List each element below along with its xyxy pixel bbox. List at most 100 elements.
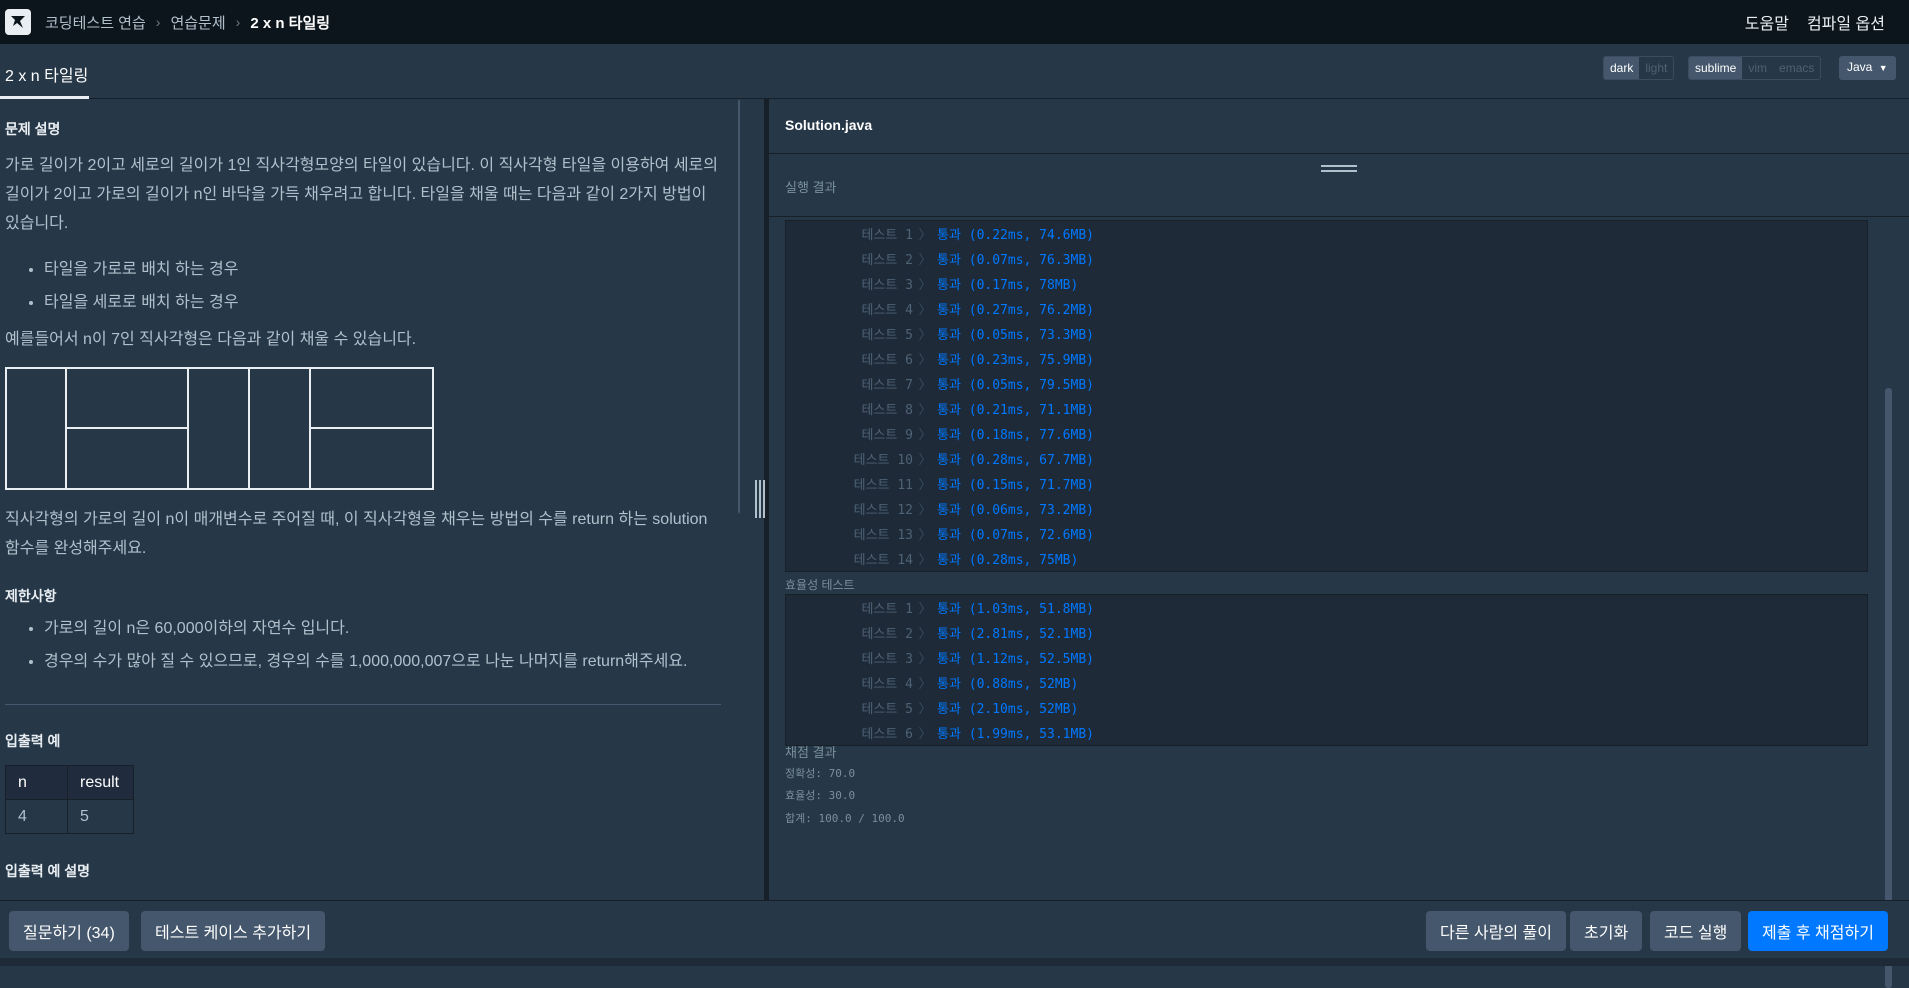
test-name: 테스트 2 [861, 627, 913, 642]
problem-tabbar: 2 x n 타일링 dark light sublime vim emacs J… [0, 44, 1909, 99]
breadcrumb-coding-test[interactable]: 코딩테스트 연습 [45, 12, 146, 33]
test-result-value: 통과 (2.81ms, 52.1MB) [937, 627, 1094, 642]
editor-result-panel: Solution.java 실행 결과 테스트 1 〉 통과 (0.22ms, 74… [769, 99, 1909, 988]
test-name: 테스트 9 [861, 428, 913, 443]
total-score: 합계: 100.0 / 100.0 [785, 812, 905, 825]
tile-method-list: 타일을 가로로 배치 하는 경우 타일을 세로로 배치 하는 경우 [44, 255, 238, 321]
keymap-vim-option[interactable]: vim [1742, 57, 1774, 79]
chevron-right-icon: 〉 [918, 353, 932, 368]
test-result-value: 통과 (0.06ms, 73.2MB) [937, 503, 1094, 518]
tiling-example-diagram [5, 367, 434, 490]
chevron-right-icon: 〉 [918, 403, 932, 418]
test-result-row: 테스트 3 〉 통과 (0.17ms, 78MB) [786, 271, 1867, 296]
programmers-logo-icon[interactable] [5, 9, 31, 35]
efficiency-score: 효율성: 30.0 [785, 789, 856, 802]
chevron-right-icon: 〉 [918, 602, 932, 617]
chevron-right-icon: 〉 [918, 428, 932, 443]
chevron-right-icon: 〉 [918, 652, 932, 667]
test-result-row: 테스트 7 〉 통과 (0.05ms, 79.5MB) [786, 371, 1867, 396]
chevron-right-icon: 〉 [918, 253, 932, 268]
breadcrumb-practice[interactable]: 연습문제 [170, 12, 225, 33]
others-solution-button[interactable]: 다른 사람의 풀이 [1426, 911, 1566, 951]
test-result-value: 통과 (0.27ms, 76.2MB) [937, 303, 1094, 318]
constraints-list: 가로의 길이 n은 60,000이하의 자연수 입니다. 경우의 수가 많아 질… [44, 614, 688, 680]
submit-button[interactable]: 제출 후 채점하기 [1748, 911, 1888, 951]
caret-down-icon: ▼ [1878, 63, 1888, 73]
test-name: 테스트 5 [861, 702, 913, 717]
chevron-right-icon: › [235, 14, 241, 30]
ask-question-button[interactable]: 질문하기 (34) [9, 911, 129, 951]
keymap-sublime-option[interactable]: sublime [1689, 57, 1743, 79]
chevron-right-icon: 〉 [918, 328, 932, 343]
test-name: 테스트 1 [861, 602, 913, 617]
test-result-row: 테스트 6 〉 통과 (1.99ms, 53.1MB) [786, 720, 1867, 745]
reset-button[interactable]: 초기화 [1570, 911, 1643, 951]
heading-constraints: 제한사항 [5, 588, 57, 604]
heading-description: 문제 설명 [5, 121, 61, 137]
test-result-value: 통과 (0.88ms, 52MB) [937, 677, 1079, 692]
test-result-value: 통과 (0.07ms, 72.6MB) [937, 528, 1094, 543]
test-name: 테스트 11 [853, 478, 913, 493]
chevron-right-icon: 〉 [918, 677, 932, 692]
keymap-toggle: sublime vim emacs [1688, 56, 1822, 80]
test-result-row: 테스트 10 〉 통과 (0.28ms, 67.7MB) [786, 446, 1867, 471]
test-result-value: 통과 (0.18ms, 77.6MB) [937, 428, 1094, 443]
test-result-value: 통과 (0.23ms, 75.9MB) [937, 353, 1094, 368]
theme-dark-option[interactable]: dark [1604, 57, 1640, 79]
table-header-row: n result [5, 765, 134, 800]
chevron-right-icon: 〉 [918, 727, 932, 742]
splitter-grip-icon[interactable] [754, 480, 766, 518]
tab-problem-title[interactable]: 2 x n 타일링 [5, 62, 88, 86]
description-paragraph-2: 직사각형의 가로의 길이 n이 매개변수로 주어질 때, 이 직사각형을 채우는… [5, 511, 708, 557]
test-name: 테스트 6 [861, 353, 913, 368]
test-result-row: 테스트 2 〉 통과 (2.81ms, 52.1MB) [786, 620, 1867, 645]
result-output[interactable]: 테스트 1 〉 통과 (0.22ms, 74.6MB) 테스트 2 〉 통과 (0.07m… [769, 218, 1909, 988]
test-name: 테스트 3 [861, 278, 913, 293]
grading-result-label: 채점 결과 [785, 745, 837, 760]
description-paragraph-1: 가로 길이가 2이고 세로의 길이가 1인 직사각형모양의 타일이 있습니다. … [5, 157, 718, 232]
chevron-right-icon: › [155, 14, 161, 30]
add-testcase-button[interactable]: 테스트 케이스 추가하기 [141, 911, 326, 951]
language-select[interactable]: Java ▼ [1839, 56, 1896, 80]
table-header-n: n [5, 765, 68, 800]
test-result-value: 통과 (1.03ms, 51.8MB) [937, 602, 1094, 617]
test-result-value: 통과 (0.28ms, 75MB) [937, 553, 1079, 568]
list-item: 타일을 세로로 배치 하는 경우 [44, 288, 238, 321]
io-example-table: n result 4 5 [5, 765, 134, 834]
run-code-button[interactable]: 코드 실행 [1650, 911, 1742, 951]
chevron-right-icon: 〉 [918, 378, 932, 393]
accuracy-score: 정확성: 70.0 [785, 767, 856, 780]
chevron-right-icon: 〉 [918, 528, 932, 543]
chevron-right-icon: 〉 [918, 702, 932, 717]
keymap-emacs-option[interactable]: emacs [1773, 57, 1821, 79]
test-result-value: 통과 (0.15ms, 71.7MB) [937, 478, 1094, 493]
test-name: 테스트 12 [853, 503, 913, 518]
list-item: 타일을 가로로 배치 하는 경우 [44, 255, 238, 288]
test-result-row: 테스트 5 〉 통과 (2.10ms, 52MB) [786, 695, 1867, 720]
bottom-action-bar: 질문하기 (34) 테스트 케이스 추가하기 다른 사람의 풀이 초기화 코드 … [0, 900, 1909, 958]
test-name: 테스트 4 [861, 677, 913, 692]
language-select-value: Java [1847, 60, 1873, 74]
help-link[interactable]: 도움말 [1745, 10, 1789, 34]
test-name: 테스트 5 [861, 328, 913, 343]
top-navbar: 코딩테스트 연습 › 연습문제 › 2 x n 타일링 도움말 컴파일 옵션 [0, 0, 1909, 44]
compile-options-link[interactable]: 컴파일 옵션 [1807, 10, 1885, 34]
problem-description-panel[interactable]: 문제 설명 가로 길이가 2이고 세로의 길이가 1인 직사각형모양의 타일이 … [0, 99, 740, 900]
chevron-right-icon: 〉 [918, 553, 932, 568]
test-result-value: 통과 (0.05ms, 79.5MB) [937, 378, 1094, 393]
editor-filename: Solution.java [785, 117, 873, 133]
test-name: 테스트 10 [853, 453, 913, 468]
chevron-right-icon: 〉 [918, 303, 932, 318]
left-panel-scrollbar[interactable] [738, 99, 740, 514]
chevron-right-icon: 〉 [918, 627, 932, 642]
heading-io-description: 입출력 예 설명 [5, 863, 91, 879]
result-scrollbar[interactable] [1885, 388, 1892, 988]
test-result-value: 통과 (0.22ms, 74.6MB) [937, 228, 1094, 243]
table-row: 4 5 [5, 799, 134, 834]
result-header [769, 159, 1909, 217]
test-name: 테스트 1 [861, 228, 913, 243]
test-name: 테스트 4 [861, 303, 913, 318]
test-name: 테스트 13 [853, 528, 913, 543]
test-result-value: 통과 (0.28ms, 67.7MB) [937, 453, 1094, 468]
theme-light-option[interactable]: light [1639, 57, 1674, 79]
